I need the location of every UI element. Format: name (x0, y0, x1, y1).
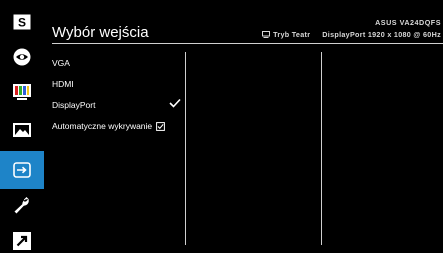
splendid-s-icon: S (13, 14, 31, 30)
monitor-icon (262, 31, 271, 38)
sidebar-item-eye-care[interactable] (9, 44, 35, 70)
eye-care-icon (13, 48, 31, 66)
sidebar-item-image[interactable] (9, 117, 35, 143)
option-label: HDMI (52, 79, 74, 89)
option-label: Automatyczne wykrywanie (52, 121, 153, 131)
color-bars-icon (13, 84, 31, 100)
checkbox-checked-icon[interactable] (156, 121, 166, 131)
status-input-info: DisplayPort 1920 x 1080 @ 60Hz (322, 30, 441, 39)
option-vga[interactable]: VGA (52, 58, 70, 68)
sidebar-item-color[interactable] (9, 79, 35, 105)
sidebar-item-system-setup[interactable] (9, 193, 35, 219)
column-divider (321, 52, 322, 245)
main-panel: Wybór wejścia ASUS VA24DQFS Tryb Teatr D… (44, 0, 443, 253)
option-label: DisplayPort (52, 100, 96, 110)
input-select-icon (13, 162, 31, 178)
header-divider (52, 43, 443, 44)
checkmark-icon (169, 98, 181, 108)
sidebar-item-splendid[interactable]: S (9, 9, 35, 35)
option-hdmi[interactable]: HDMI (52, 79, 74, 89)
sidebar: S (0, 0, 44, 253)
column-divider (185, 52, 186, 245)
status-bar: Tryb Teatr DisplayPort 1920 x 1080 @ 60H… (262, 30, 441, 39)
option-auto-detect[interactable]: Automatyczne wykrywanie (52, 121, 166, 131)
shortcut-arrow-icon (13, 232, 31, 250)
sidebar-item-input-select[interactable] (0, 151, 44, 189)
monitor-model: ASUS VA24DQFS (375, 18, 441, 27)
sidebar-item-shortcut[interactable] (9, 228, 35, 253)
status-mode: Tryb Teatr (273, 30, 311, 39)
image-icon (13, 123, 31, 137)
option-displayport[interactable]: DisplayPort (52, 98, 181, 110)
option-label: VGA (52, 58, 70, 68)
wrench-icon (14, 197, 29, 214)
page-title: Wybór wejścia (52, 24, 149, 41)
svg-text:S: S (18, 16, 26, 30)
